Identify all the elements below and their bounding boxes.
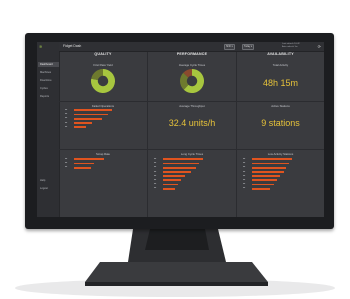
first-pass-yield-donut (91, 69, 115, 93)
bar (252, 187, 270, 190)
bar-label: ▬ (243, 187, 246, 190)
bar-label: ▬ (243, 166, 246, 169)
bar-label: ▬ (243, 170, 246, 173)
avg-cycle-times-donut (180, 69, 204, 93)
panel-divider (237, 101, 324, 102)
bar-label: ▬ (154, 162, 157, 165)
bar-label: ▬ (243, 162, 246, 165)
bar (74, 113, 108, 116)
refresh-icon[interactable]: ⟳ (318, 44, 321, 49)
sidebar-item-logout[interactable]: Logout (38, 186, 59, 191)
failed-operations-chart: ▬ ▬ ▬ ▬ ▬ (59, 109, 147, 145)
avg-throughput-value: 32.4 units/h (168, 118, 216, 128)
top-bar: Fidget Dash Shift ▾ Today ▾ Last refresh… (59, 42, 324, 52)
bar-label: ▬ (154, 174, 157, 177)
panel-divider (148, 101, 236, 102)
bar-label: ▬ (154, 166, 157, 169)
bar (163, 183, 179, 186)
sidebar-item-dashboard[interactable]: Dashboard (38, 62, 59, 67)
dashboard-screen: ≋ Dashboard Machines Downtime Cycles Rep… (37, 42, 324, 217)
panel-divider (59, 101, 147, 102)
bar-label: ▬ (243, 174, 246, 177)
bar-label: ▬ (65, 162, 68, 165)
bar (163, 170, 191, 173)
shift-dropdown[interactable]: Shift ▾ (224, 44, 235, 50)
quality-heading: QUALITY (94, 52, 112, 56)
panel-divider (59, 149, 147, 150)
bar (74, 121, 92, 124)
sidebar-item-downtime[interactable]: Downtime (38, 78, 59, 83)
bar (74, 109, 112, 112)
bar-label: ▬ (65, 117, 68, 120)
bar-label: ▬ (65, 125, 68, 128)
bar (163, 175, 185, 177)
panel-divider (237, 149, 324, 150)
sidebar-item-help[interactable]: Help (38, 178, 59, 183)
active-stations-value: 9 stations (261, 118, 300, 128)
long-cycle-times-chart: ▬ ▬ ▬ ▬ ▬ ▬ ▬ ▬ (148, 158, 236, 194)
low-activity-stations-title: Low Activity Stations (267, 152, 294, 156)
date-dropdown[interactable]: Today ▾ (242, 44, 255, 50)
bar (74, 158, 104, 161)
failed-operations-title: Failed Operations (91, 104, 115, 108)
quality-column: QUALITY First Pass Yield Failed Operatio… (59, 52, 148, 217)
bar (252, 175, 280, 177)
refresh-timestamp: Last refresh 10:42 Auto refresh 1m (282, 43, 300, 48)
bar (252, 162, 289, 165)
bar (163, 158, 203, 161)
total-activity-value: 48h 15m (262, 78, 299, 88)
timestamp-line-2: Auto refresh 1m (282, 45, 298, 48)
bar-label: ▬ (65, 121, 68, 124)
app-logo-icon: ≋ (39, 44, 43, 49)
bar-label: ▬ (243, 158, 246, 160)
active-stations-title: Active Stations (271, 104, 290, 108)
app-title: Fidget Dash (63, 44, 82, 48)
bar-label: ▬ (154, 170, 157, 173)
low-activity-stations-chart: ▬ ▬ ▬ ▬ ▬ ▬ ▬ ▬ (237, 158, 324, 194)
availability-heading: AVAILABILITY (267, 52, 294, 56)
sidebar-item-cycles[interactable]: Cycles (38, 86, 59, 91)
bar-label: ▬ (154, 183, 157, 186)
availability-column: AVAILABILITY Total Activity 48h 15m Acti… (237, 52, 324, 217)
bar (252, 183, 274, 186)
bar (163, 179, 181, 182)
sidebar-item-reports[interactable]: Reports (38, 94, 59, 99)
bar (252, 158, 292, 161)
bar-label: ▬ (154, 179, 157, 181)
bar (252, 179, 277, 182)
bar-label: ▬ (154, 187, 157, 190)
bar-label: ▬ (65, 113, 68, 116)
sidebar-item-machines[interactable]: Machines (38, 70, 59, 75)
bar (252, 166, 286, 169)
bar-label: ▬ (65, 166, 68, 169)
bar (74, 117, 102, 120)
donut-slice (91, 69, 103, 81)
sidebar: ≋ Dashboard Machines Downtime Cycles Rep… (37, 42, 60, 217)
bar (74, 162, 94, 165)
bar-label: ▬ (154, 158, 157, 160)
performance-heading: PERFORMANCE (176, 52, 208, 56)
bar-label: ▬ (65, 158, 68, 160)
bar (163, 187, 175, 190)
bar-label: ▬ (243, 179, 246, 181)
performance-column: PERFORMANCE Average Cycle Times Average … (148, 52, 237, 217)
bar (163, 166, 196, 169)
bar (74, 126, 86, 128)
avg-throughput-title: Average Throughput (179, 104, 205, 108)
panel-divider (148, 149, 236, 150)
bar (163, 162, 199, 165)
scrap-rate-title: Scrap Rate (96, 152, 110, 156)
bar-label: ▬ (65, 109, 68, 111)
scrap-rate-chart: ▬ ▬ ▬ (59, 158, 147, 178)
long-cycle-times-title: Long Cycle Times (180, 152, 204, 156)
bar (252, 170, 284, 173)
bar (74, 166, 91, 169)
total-activity-title: Total Activity (272, 63, 289, 67)
bar-label: ▬ (243, 183, 246, 186)
